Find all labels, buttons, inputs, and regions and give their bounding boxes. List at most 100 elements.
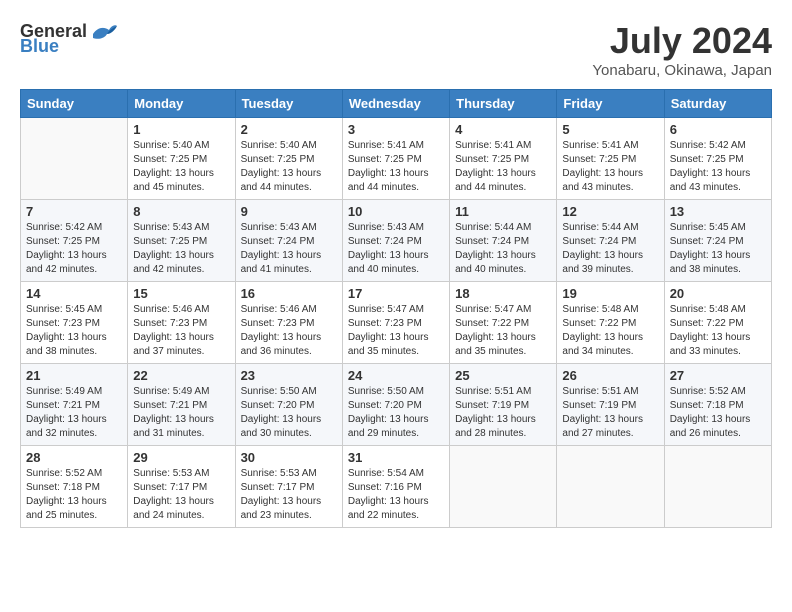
day-info: Sunrise: 5:50 AM Sunset: 7:20 PM Dayligh…: [348, 385, 444, 441]
column-header-tuesday: Tuesday: [235, 90, 342, 118]
day-number: 25: [455, 368, 551, 383]
column-header-friday: Friday: [557, 90, 664, 118]
day-info: Sunrise: 5:41 AM Sunset: 7:25 PM Dayligh…: [455, 139, 551, 195]
calendar-cell: 12 Sunrise: 5:44 AM Sunset: 7:24 PM Dayli…: [557, 200, 664, 282]
calendar-cell: 17Sunrise: 5:47 AM Sunset: 7:23 PM Dayli…: [342, 282, 449, 364]
calendar-cell: 15 Sunrise: 5:46 AM Sunset: 7:23 PM Dayli…: [128, 282, 235, 364]
calendar-week-row: 14 Sunrise: 5:45 AM Sunset: 7:23 PM Dayli…: [21, 282, 772, 364]
day-number: 1: [133, 122, 229, 137]
day-info: Sunrise: 5:49 AM Sunset: 7:21 PM Dayligh…: [133, 385, 229, 441]
logo: General Blue: [20, 20, 117, 57]
day-info: Sunrise: 5:53 AM Sunset: 7:17 PM Dayligh…: [241, 467, 337, 523]
calendar-cell: 28Sunrise: 5:52 AM Sunset: 7:18 PM Dayli…: [21, 446, 128, 528]
calendar-cell: 11 Sunrise: 5:44 AM Sunset: 7:24 PM Dayli…: [450, 200, 557, 282]
day-number: 27: [670, 368, 766, 383]
header: General Blue July 2024 Yonabaru, Okinawa…: [20, 20, 772, 79]
logo-blue-text: Blue: [20, 36, 59, 57]
calendar-week-row: 7 Sunrise: 5:42 AM Sunset: 7:25 PM Daylig…: [21, 200, 772, 282]
day-number: 21: [26, 368, 122, 383]
calendar-cell: 23 Sunrise: 5:50 AM Sunset: 7:20 PM Dayli…: [235, 364, 342, 446]
day-number: 16: [241, 286, 337, 301]
day-info: Sunrise: 5:45 AM Sunset: 7:24 PM Dayligh…: [670, 221, 766, 277]
day-info: Sunrise: 5:53 AM Sunset: 7:17 PM Dayligh…: [133, 467, 229, 523]
day-number: 22: [133, 368, 229, 383]
calendar-cell: 18Sunrise: 5:47 AM Sunset: 7:22 PM Dayli…: [450, 282, 557, 364]
day-number: 15: [133, 286, 229, 301]
calendar-cell: 2 Sunrise: 5:40 AM Sunset: 7:25 PM Daylig…: [235, 118, 342, 200]
day-number: 17: [348, 286, 444, 301]
day-number: 31: [348, 450, 444, 465]
day-number: 9: [241, 204, 337, 219]
column-header-sunday: Sunday: [21, 90, 128, 118]
calendar-cell: 1Sunrise: 5:40 AM Sunset: 7:25 PM Daylig…: [128, 118, 235, 200]
day-info: Sunrise: 5:43 AM Sunset: 7:25 PM Dayligh…: [133, 221, 229, 277]
calendar-table: SundayMondayTuesdayWednesdayThursdayFrid…: [20, 89, 772, 528]
day-number: 4: [455, 122, 551, 137]
day-info: Sunrise: 5:41 AM Sunset: 7:25 PM Dayligh…: [562, 139, 658, 195]
calendar-cell: 3 Sunrise: 5:41 AM Sunset: 7:25 PM Daylig…: [342, 118, 449, 200]
day-number: 14: [26, 286, 122, 301]
day-info: Sunrise: 5:43 AM Sunset: 7:24 PM Dayligh…: [241, 221, 337, 277]
day-number: 2: [241, 122, 337, 137]
day-number: 23: [241, 368, 337, 383]
day-number: 10: [348, 204, 444, 219]
day-number: 18: [455, 286, 551, 301]
calendar-cell: 30 Sunrise: 5:53 AM Sunset: 7:17 PM Dayli…: [235, 446, 342, 528]
calendar-cell: [557, 446, 664, 528]
day-number: 5: [562, 122, 658, 137]
day-number: 12: [562, 204, 658, 219]
day-number: 30: [241, 450, 337, 465]
month-title: July 2024: [592, 20, 772, 62]
day-info: Sunrise: 5:44 AM Sunset: 7:24 PM Dayligh…: [562, 221, 658, 277]
column-header-wednesday: Wednesday: [342, 90, 449, 118]
day-info: Sunrise: 5:52 AM Sunset: 7:18 PM Dayligh…: [670, 385, 766, 441]
calendar-cell: 8 Sunrise: 5:43 AM Sunset: 7:25 PM Daylig…: [128, 200, 235, 282]
day-number: 11: [455, 204, 551, 219]
calendar-cell: 14 Sunrise: 5:45 AM Sunset: 7:23 PM Dayli…: [21, 282, 128, 364]
day-info: Sunrise: 5:46 AM Sunset: 7:23 PM Dayligh…: [133, 303, 229, 359]
day-info: Sunrise: 5:45 AM Sunset: 7:23 PM Dayligh…: [26, 303, 122, 359]
calendar-cell: 10 Sunrise: 5:43 AM Sunset: 7:24 PM Dayli…: [342, 200, 449, 282]
column-header-monday: Monday: [128, 90, 235, 118]
calendar-cell: 20Sunrise: 5:48 AM Sunset: 7:22 PM Dayli…: [664, 282, 771, 364]
day-number: 8: [133, 204, 229, 219]
calendar-cell: 31 Sunrise: 5:54 AM Sunset: 7:16 PM Dayli…: [342, 446, 449, 528]
location-title: Yonabaru, Okinawa, Japan: [592, 62, 772, 79]
column-header-thursday: Thursday: [450, 90, 557, 118]
day-number: 7: [26, 204, 122, 219]
calendar-cell: 27 Sunrise: 5:52 AM Sunset: 7:18 PM Dayli…: [664, 364, 771, 446]
day-info: Sunrise: 5:54 AM Sunset: 7:16 PM Dayligh…: [348, 467, 444, 523]
day-info: Sunrise: 5:49 AM Sunset: 7:21 PM Dayligh…: [26, 385, 122, 441]
day-number: 13: [670, 204, 766, 219]
calendar-cell: [450, 446, 557, 528]
calendar-cell: 16Sunrise: 5:46 AM Sunset: 7:23 PM Dayli…: [235, 282, 342, 364]
day-info: Sunrise: 5:51 AM Sunset: 7:19 PM Dayligh…: [455, 385, 551, 441]
day-info: Sunrise: 5:44 AM Sunset: 7:24 PM Dayligh…: [455, 221, 551, 277]
day-info: Sunrise: 5:50 AM Sunset: 7:20 PM Dayligh…: [241, 385, 337, 441]
calendar-cell: 13 Sunrise: 5:45 AM Sunset: 7:24 PM Dayli…: [664, 200, 771, 282]
day-info: Sunrise: 5:41 AM Sunset: 7:25 PM Dayligh…: [348, 139, 444, 195]
calendar-cell: 25 Sunrise: 5:51 AM Sunset: 7:19 PM Dayli…: [450, 364, 557, 446]
calendar-cell: 5 Sunrise: 5:41 AM Sunset: 7:25 PM Daylig…: [557, 118, 664, 200]
day-number: 19: [562, 286, 658, 301]
title-area: July 2024 Yonabaru, Okinawa, Japan: [592, 20, 772, 79]
day-number: 28: [26, 450, 122, 465]
calendar-cell: [21, 118, 128, 200]
calendar-cell: 4 Sunrise: 5:41 AM Sunset: 7:25 PM Daylig…: [450, 118, 557, 200]
day-info: Sunrise: 5:42 AM Sunset: 7:25 PM Dayligh…: [26, 221, 122, 277]
calendar-cell: 24 Sunrise: 5:50 AM Sunset: 7:20 PM Dayli…: [342, 364, 449, 446]
day-info: Sunrise: 5:40 AM Sunset: 7:25 PM Dayligh…: [241, 139, 337, 195]
day-number: 6: [670, 122, 766, 137]
day-number: 26: [562, 368, 658, 383]
calendar-cell: 19 Sunrise: 5:48 AM Sunset: 7:22 PM Dayli…: [557, 282, 664, 364]
calendar-cell: 29 Sunrise: 5:53 AM Sunset: 7:17 PM Dayli…: [128, 446, 235, 528]
day-info: Sunrise: 5:48 AM Sunset: 7:22 PM Dayligh…: [562, 303, 658, 359]
column-header-saturday: Saturday: [664, 90, 771, 118]
day-number: 3: [348, 122, 444, 137]
day-number: 24: [348, 368, 444, 383]
day-info: Sunrise: 5:43 AM Sunset: 7:24 PM Dayligh…: [348, 221, 444, 277]
calendar-cell: 6Sunrise: 5:42 AM Sunset: 7:25 PM Daylig…: [664, 118, 771, 200]
calendar-cell: 26Sunrise: 5:51 AM Sunset: 7:19 PM Dayli…: [557, 364, 664, 446]
day-number: 29: [133, 450, 229, 465]
calendar-cell: 21 Sunrise: 5:49 AM Sunset: 7:21 PM Dayli…: [21, 364, 128, 446]
